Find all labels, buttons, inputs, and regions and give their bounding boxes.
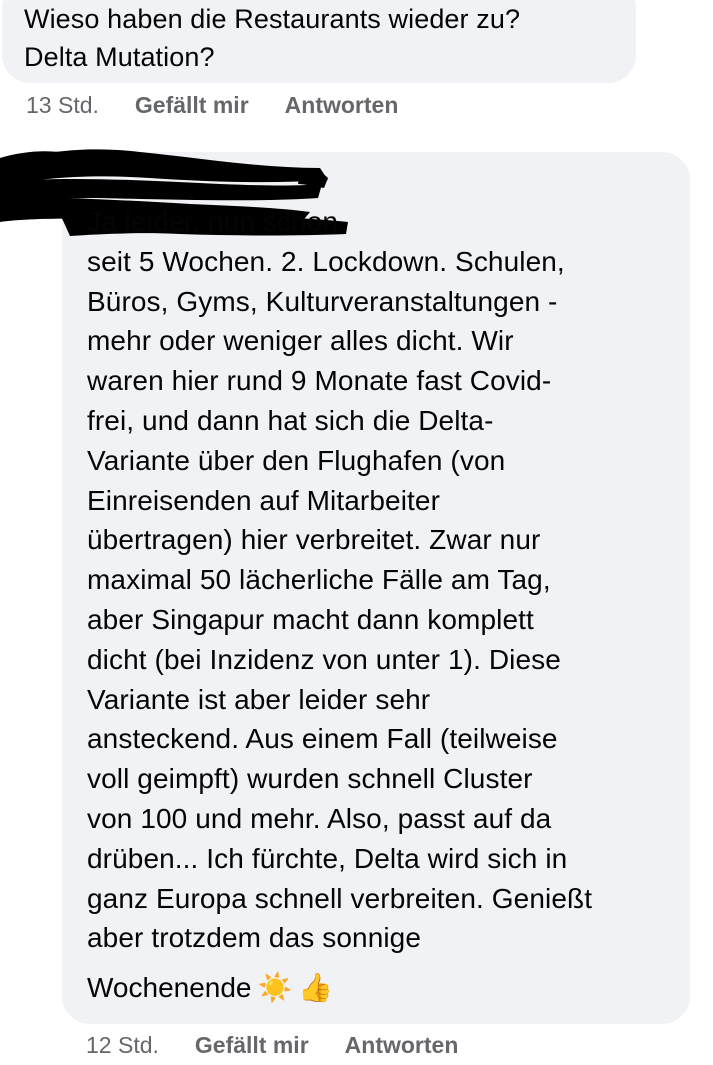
comment-time-top[interactable]: 13 Std.: [26, 92, 99, 119]
sun-emoji-icon: ☀️: [257, 972, 293, 1003]
like-button-reply[interactable]: Gefällt mir: [195, 1032, 309, 1059]
comment-bubble-top: Wieso haben die Restaurants wieder zu? D…: [2, 0, 636, 83]
reply-last-word: Wochenende: [87, 972, 252, 1003]
comment-meta-reply: 12 Std. Gefällt mir Antworten: [86, 1032, 458, 1059]
like-button-top[interactable]: Gefällt mir: [135, 92, 249, 119]
reply-last-line: Wochenende ☀️ 👍: [87, 968, 333, 1008]
reply-button-top[interactable]: Antworten: [285, 92, 399, 119]
comment-meta-top: 13 Std. Gefällt mir Antworten: [26, 92, 398, 119]
comment-time-reply[interactable]: 12 Std.: [86, 1032, 159, 1059]
reply-text: Ja leider, nun schon seit 5 Wochen. 2. L…: [87, 206, 593, 954]
thumbs-up-emoji-icon: 👍: [298, 972, 334, 1003]
comment-text-top: Wieso haben die Restaurants wieder zu? D…: [24, 4, 521, 72]
reply-button-reply[interactable]: Antworten: [345, 1032, 459, 1059]
